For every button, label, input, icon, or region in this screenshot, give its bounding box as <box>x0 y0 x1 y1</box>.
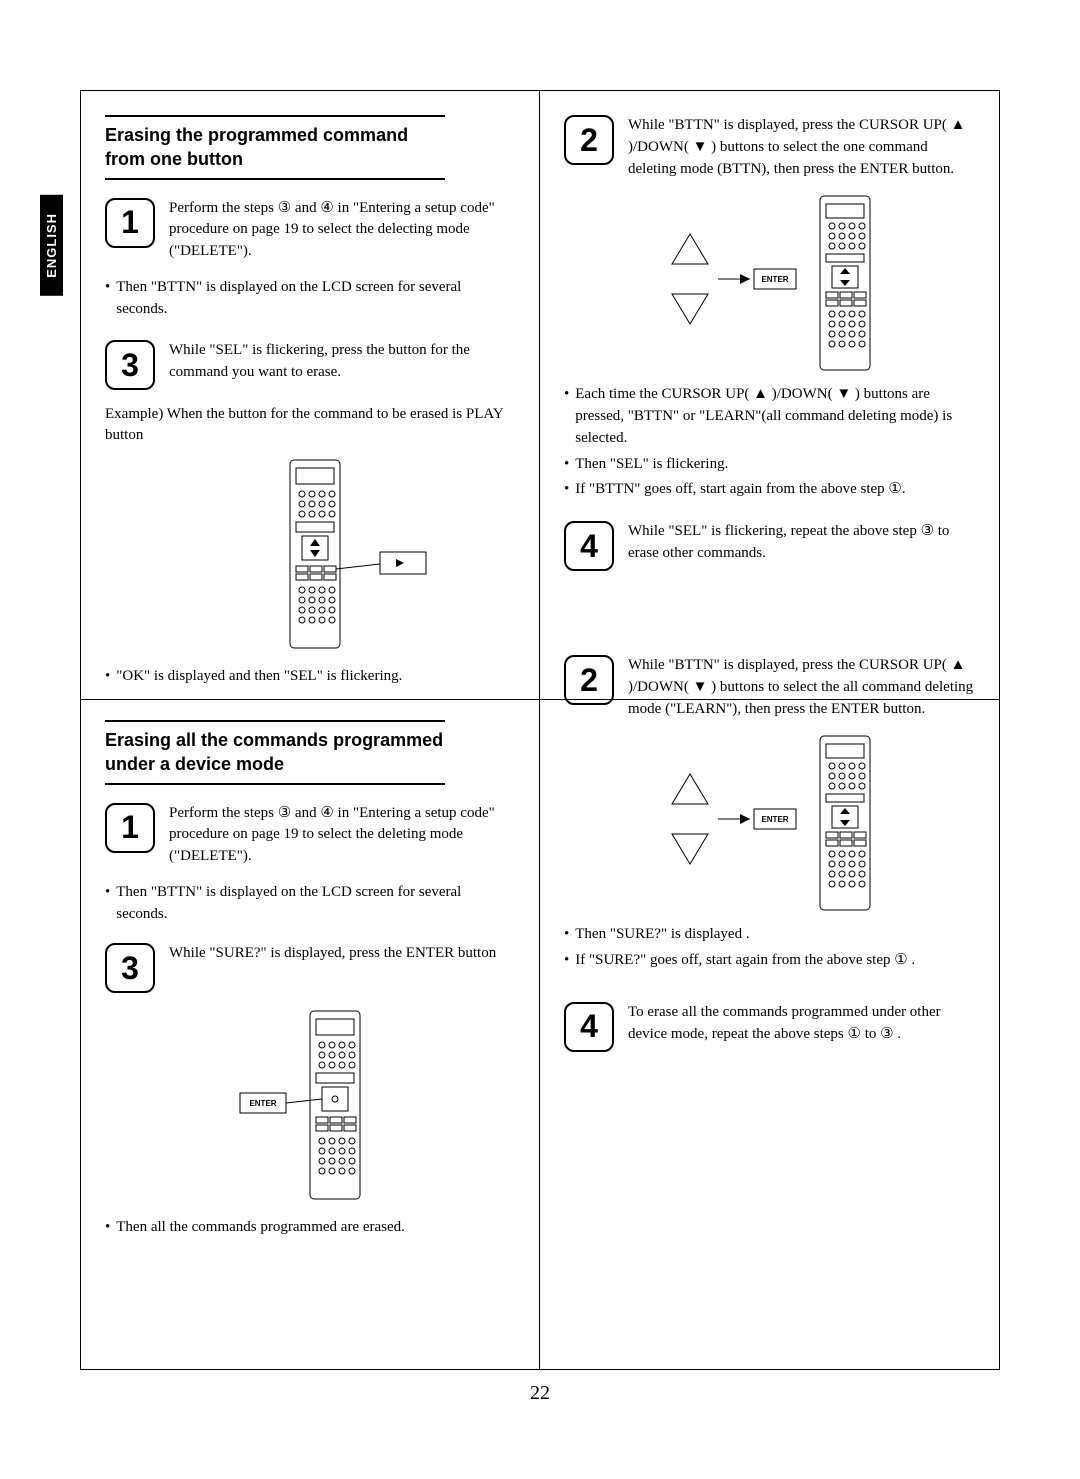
note-text: Then all the commands programmed are era… <box>116 1217 405 1239</box>
section-a-step-1: 1 Perform the steps ③ and ④ in "Entering… <box>105 198 515 263</box>
bullet-text: Each time the CURSOR UP( ▲ )/DOWN( ▼ ) b… <box>575 384 975 449</box>
step-3-text: While "SURE?" is displayed, press the EN… <box>169 943 496 965</box>
section-b-step-3: 3 While "SURE?" is displayed, press the … <box>105 943 515 993</box>
step-2-text: While "BTTN" is displayed, press the CUR… <box>628 115 975 180</box>
note-text: Then "BTTN" is displayed on the LCD scre… <box>116 882 515 926</box>
enter-label: ENTER <box>761 815 788 824</box>
step-badge-3: 3 <box>105 340 155 390</box>
enter-label: ENTER <box>249 1099 276 1108</box>
bullet-text: If "SURE?" goes off, start again from th… <box>575 950 915 972</box>
section-a-right-bullet-1: •Each time the CURSOR UP( ▲ )/DOWN( ▼ ) … <box>564 384 975 449</box>
step-1-text: Perform the steps ③ and ④ in "Entering a… <box>169 803 515 868</box>
bullet-text: If "BTTN" goes off, start again from the… <box>575 479 905 501</box>
section-b-right-bullet-2: •If "SURE?" goes off, start again from t… <box>564 950 975 972</box>
right-column: 2 While "BTTN" is displayed, press the C… <box>540 91 999 1369</box>
section-a-right-bullet-3: •If "BTTN" goes off, start again from th… <box>564 479 975 501</box>
step-4-text: While "SEL" is flickering, repeat the ab… <box>628 521 975 565</box>
bullet-text: Then "SURE?" is displayed . <box>575 924 749 946</box>
step-4-text: To erase all the commands programmed und… <box>628 1002 975 1046</box>
page-number: 22 <box>80 1382 1000 1405</box>
section-a-step-3: 3 While "SEL" is flickering, press the b… <box>105 340 515 390</box>
step-3-text: While "SEL" is flickering, press the but… <box>169 340 515 384</box>
section-b-note-2: •Then all the commands programmed are er… <box>105 1217 515 1239</box>
section-b-step-1: 1 Perform the steps ③ and ④ in "Entering… <box>105 803 515 868</box>
step-1-text: Perform the steps ③ and ④ in "Entering a… <box>169 198 515 263</box>
note-text: Then "BTTN" is displayed on the LCD scre… <box>116 277 515 321</box>
section-b-title: Erasing all the commands programmed unde… <box>105 726 445 785</box>
section-a-title: Erasing the programmed command from one … <box>105 121 445 180</box>
step-badge-2: 2 <box>564 655 614 705</box>
example-label: Example) When the button for the command… <box>105 404 515 446</box>
section-b-step-2: 2 While "BTTN" is displayed, press the C… <box>564 655 975 720</box>
page-frame: Erasing the programmed command from one … <box>80 90 1000 1370</box>
note-text: "OK" is displayed and then "SEL" is flic… <box>116 666 402 688</box>
section-a-note-2: •"OK" is displayed and then "SEL" is fli… <box>105 666 515 688</box>
section-b-step-4: 4 To erase all the commands programmed u… <box>564 1002 975 1052</box>
step-badge-2: 2 <box>564 115 614 165</box>
enter-label: ENTER <box>761 275 788 284</box>
remote-cursor-enter-diagram: ENTER <box>610 194 930 374</box>
section-b-right-bullet-1: •Then "SURE?" is displayed . <box>564 924 975 946</box>
section-b-note-1: •Then "BTTN" is displayed on the LCD scr… <box>105 882 515 926</box>
step-badge-1: 1 <box>105 803 155 853</box>
language-tab: ENGLISH <box>40 195 63 296</box>
section-a-right-bullet-2: •Then "SEL" is flickering. <box>564 454 975 476</box>
step-2-text: While "BTTN" is displayed, press the CUR… <box>628 655 975 720</box>
section-a-step-4: 4 While "SEL" is flickering, repeat the … <box>564 521 975 571</box>
section-a-note-1: •Then "BTTN" is displayed on the LCD scr… <box>105 277 515 321</box>
bullet-text: Then "SEL" is flickering. <box>575 454 728 476</box>
remote-enter-diagram: ENTER <box>180 1007 440 1207</box>
remote-play-diagram <box>180 456 440 656</box>
left-column: Erasing the programmed command from one … <box>81 91 540 1369</box>
step-badge-3: 3 <box>105 943 155 993</box>
step-badge-1: 1 <box>105 198 155 248</box>
section-a-step-2: 2 While "BTTN" is displayed, press the C… <box>564 115 975 180</box>
step-badge-4: 4 <box>564 1002 614 1052</box>
remote-cursor-enter-diagram-2: ENTER <box>610 734 930 914</box>
step-badge-4: 4 <box>564 521 614 571</box>
